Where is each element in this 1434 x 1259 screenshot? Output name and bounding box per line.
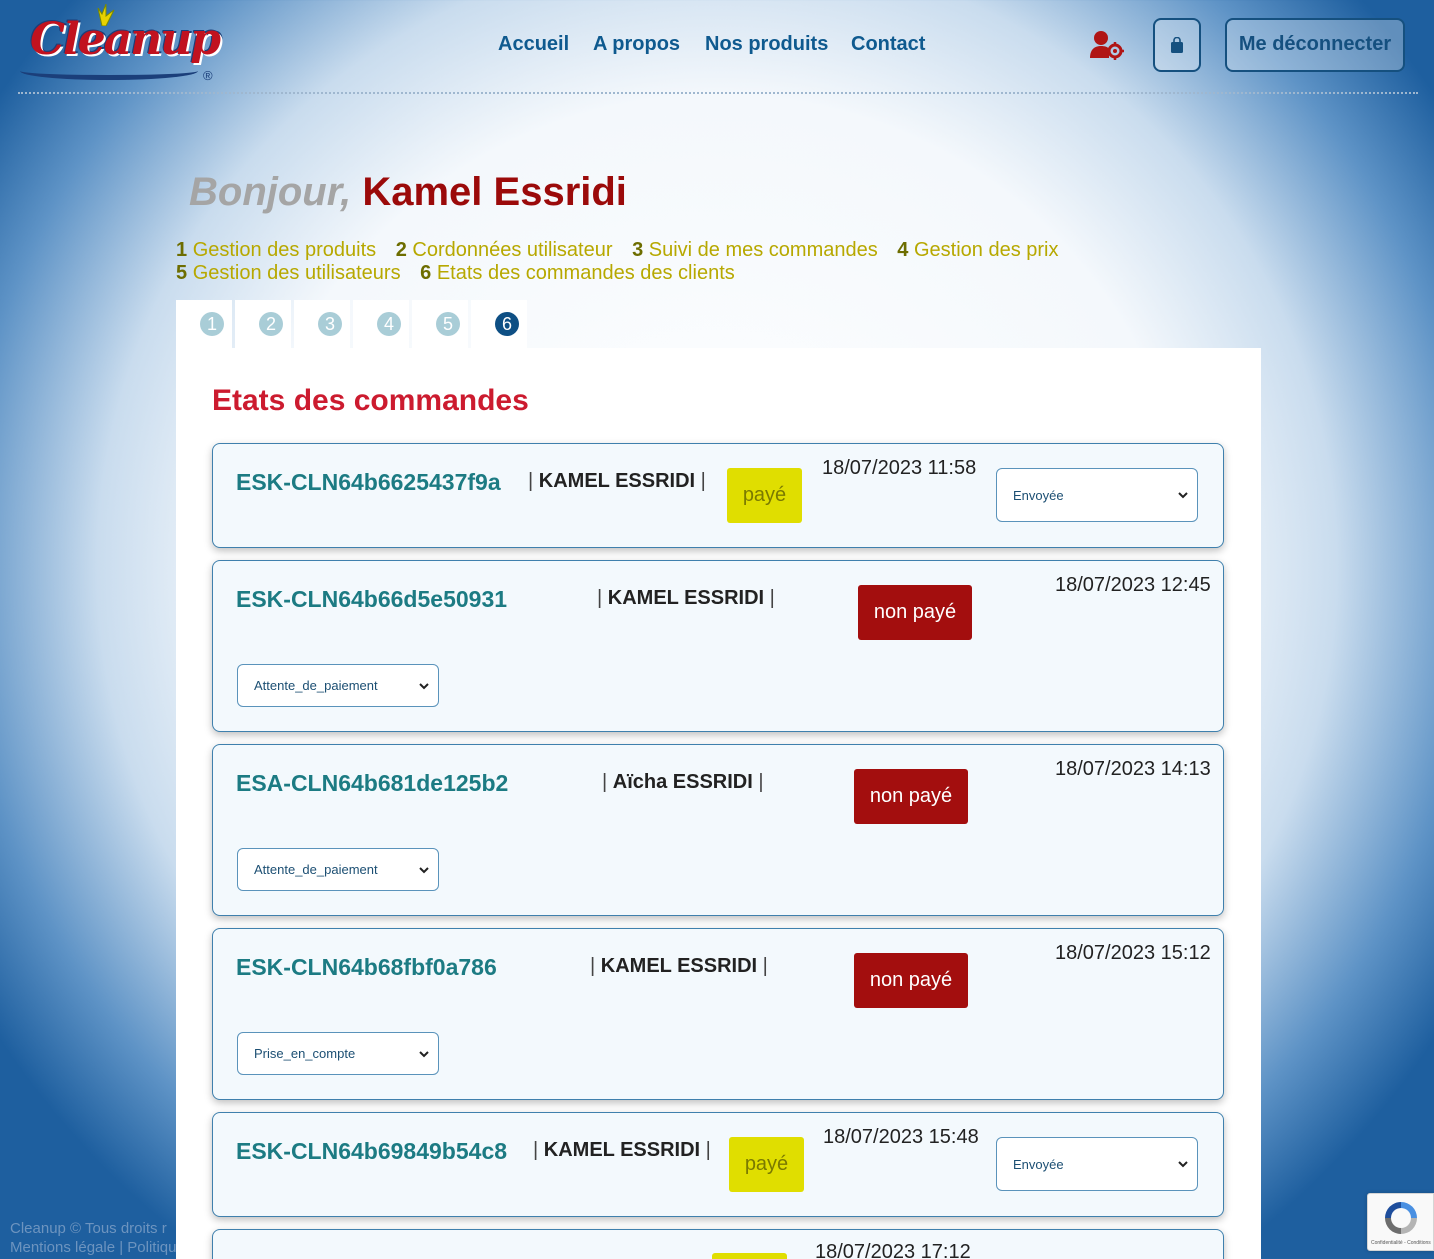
greeting-name: Kamel Essridi [362,170,627,214]
dashboard-menu-row-1: 1 Gestion des produits 2 Cordonnées util… [176,239,1073,262]
chevron-down-icon [1178,1161,1188,1168]
dashboard-menu-row-2: 5 Gestion des utilisateurs 6 Etats des c… [176,262,749,285]
tab-1[interactable]: 1 [176,300,232,350]
order-date: 18/07/2023 15:12 [1055,942,1211,964]
chevron-down-icon [419,682,429,689]
greeting-word: Bonjour, [189,170,352,214]
tab-3[interactable]: 3 [294,300,350,350]
order-code: ESK-CLN64b69849b54c8 [236,1138,508,1164]
nav-products[interactable]: Nos produits [705,33,828,56]
tab-number: 3 [318,312,342,336]
tab-2[interactable]: 2 [235,300,291,350]
tab-4[interactable]: 4 [353,300,409,350]
tab-number: 2 [259,312,283,336]
order-code: ESA-CLN64b681de125b2 [236,770,509,796]
greeting-heading: Bonjour, Kamel Essridi [189,170,627,215]
order-client: | Aïcha ESSRIDI | [602,771,764,793]
copyright-text: Cleanup © Tous droits r [10,1220,167,1237]
section-title: Etats des commandes [212,384,529,417]
recaptcha-badge[interactable]: Confidentialité - Conditions [1367,1193,1434,1251]
tab-number: 6 [495,312,519,336]
menu-item-users[interactable]: 5 Gestion des utilisateurs [176,262,401,284]
order-client: | KAMEL ESSRIDI | [528,470,706,492]
order-date: 18/07/2023 11:58 [822,457,977,479]
order-status-select[interactable]: Envoyée [996,468,1198,522]
order-status-select[interactable]: Envoyée [996,1137,1198,1191]
menu-item-my-orders[interactable]: 3 Suivi de mes commandes [632,239,878,261]
order-date: 18/07/2023 15:48 [823,1126,979,1148]
nav-contact[interactable]: Contact [851,33,925,56]
nav-home[interactable]: Accueil [498,33,569,56]
chevron-down-icon [1178,492,1188,499]
logo-wordmark: Cleanup [30,14,221,65]
payment-badge: payé [729,1137,804,1192]
order-code: ESK-CLN64b66d5e50931 [236,586,508,612]
order-date: 18/07/2023 12:45 [1055,574,1211,596]
legal-links[interactable]: Mentions légale | Politiqu [10,1238,177,1257]
order-date: 18/07/2023 17:12 [815,1241,971,1259]
tab-bar: 1 2 3 4 5 6 [176,300,532,350]
recaptcha-icon [1385,1202,1417,1234]
order-client: | KAMEL ESSRIDI | [597,587,775,609]
order-status-select[interactable]: Prise_en_compte [237,1032,439,1075]
menu-item-user-details[interactable]: 2 Cordonnées utilisateur [396,239,613,261]
order-status-select[interactable]: Attente_de_paiement [237,664,439,707]
order-code: ESK-CLN64b6625437f9a [236,469,501,495]
payment-badge [712,1253,787,1259]
site-footer: Cleanup © Tous droits r Mentions légale … [10,1219,177,1257]
order-client: | KAMEL ESSRIDI | [533,1139,711,1161]
payment-badge: non payé [854,953,968,1008]
order-date: 18/07/2023 14:13 [1055,758,1211,780]
user-gear-icon[interactable] [1090,30,1124,60]
order-code: ESK-CLN64b68fbf0a786 [236,954,497,980]
tab-number: 1 [200,312,224,336]
payment-badge: non payé [854,769,968,824]
payment-badge: payé [727,468,802,523]
order-client: | KAMEL ESSRIDI | [590,955,768,977]
menu-item-client-orders[interactable]: 6 Etats des commandes des clients [420,262,735,284]
menu-item-products[interactable]: 1 Gestion des produits [176,239,376,261]
nav-about[interactable]: A propos [593,33,680,56]
site-header: Cleanup ® Accueil A propos Nos produits … [0,0,1434,95]
brand-logo[interactable]: Cleanup ® [16,4,221,88]
logo-swoosh [20,62,198,80]
chevron-down-icon [419,1050,429,1057]
registered-mark: ® [203,68,213,83]
order-status-select[interactable]: Attente_de_paiement [237,848,439,891]
tab-number: 4 [377,312,401,336]
recaptcha-terms: Confidentialité - Conditions [1371,1240,1431,1246]
cart-button[interactable] [1153,18,1201,72]
header-divider [18,92,1418,94]
tab-number: 5 [436,312,460,336]
tab-6[interactable]: 6 [471,300,527,350]
logout-button[interactable]: Me déconnecter [1225,18,1405,72]
menu-item-prices[interactable]: 4 Gestion des prix [897,239,1058,261]
chevron-down-icon [419,866,429,873]
shopping-bag-icon [1171,37,1183,53]
tab-5[interactable]: 5 [412,300,468,350]
payment-badge: non payé [858,585,972,640]
